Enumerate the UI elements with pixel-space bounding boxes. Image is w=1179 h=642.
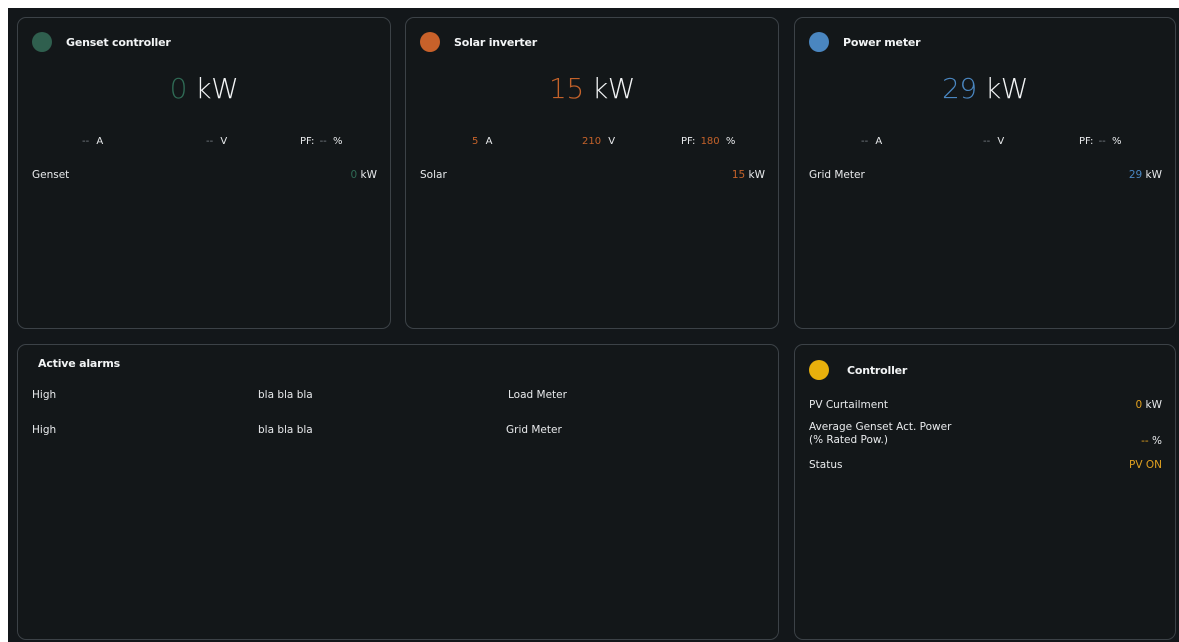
- alarm-severity: High: [32, 389, 57, 401]
- solar-voltage-value: 210: [582, 136, 602, 147]
- meter-pf: PF: -- %: [1079, 136, 1121, 147]
- meter-power-value: 29: [942, 72, 977, 105]
- status-value: PV ON: [1129, 459, 1162, 471]
- avg-genset-label-line1: Average Genset Act. Power: [809, 421, 952, 433]
- status-label: Status: [809, 459, 843, 471]
- genset-card-title: Genset controller: [66, 36, 171, 49]
- meter-current: -- A: [861, 136, 882, 147]
- genset-controller-card: Genset controller 0 kW -- A -- V PF: -- …: [17, 17, 391, 329]
- genset-power-readout: 0 kW: [18, 72, 390, 105]
- avg-genset-number: --: [1141, 435, 1149, 447]
- avg-genset-unit: %: [1152, 435, 1162, 447]
- genset-row-label: Genset: [32, 169, 70, 181]
- solar-power-readout: 15 kW: [406, 72, 778, 105]
- genset-voltage-value: --: [206, 136, 214, 147]
- genset-voltage-unit: V: [220, 136, 228, 147]
- power-meter-card: Power meter 29 kW -- A -- V PF: -- % Gri…: [794, 17, 1176, 329]
- alarms-card-title: Active alarms: [38, 357, 120, 370]
- pv-curtailment-unit: kW: [1145, 399, 1162, 411]
- genset-power-value: 0: [169, 72, 188, 105]
- controller-card: Controller PV Curtailment 0 kW Average G…: [794, 344, 1176, 640]
- genset-status-indicator: [32, 32, 52, 52]
- genset-voltage: -- V: [206, 136, 227, 147]
- solar-row-number: 15: [731, 169, 746, 181]
- meter-power-readout: 29 kW: [795, 72, 1175, 105]
- meter-voltage-value: --: [983, 136, 991, 147]
- genset-current: -- A: [82, 136, 103, 147]
- meter-voltage: -- V: [983, 136, 1004, 147]
- controller-status-indicator: [809, 360, 829, 380]
- solar-current: 5 A: [472, 136, 492, 147]
- solar-power-value: 15: [549, 72, 584, 105]
- avg-genset-label-line2: (% Rated Pow.): [809, 434, 888, 446]
- solar-voltage: 210 V: [582, 136, 615, 147]
- alarm-source: Grid Meter: [506, 424, 562, 436]
- meter-card-title: Power meter: [843, 36, 921, 49]
- alarm-severity: High: [32, 424, 57, 436]
- meter-pf-unit: %: [1111, 136, 1122, 147]
- controller-card-title: Controller: [847, 364, 908, 377]
- pv-curtailment-label: PV Curtailment: [809, 399, 889, 411]
- solar-row-unit: kW: [748, 169, 765, 181]
- solar-status-indicator: [420, 32, 440, 52]
- meter-pf-value: --: [1098, 136, 1106, 147]
- dashboard: Genset controller 0 kW -- A -- V PF: -- …: [8, 8, 1179, 642]
- solar-inverter-card: Solar inverter 15 kW 5 A 210 V PF: 180 %…: [405, 17, 779, 329]
- meter-current-value: --: [861, 136, 869, 147]
- meter-current-unit: A: [875, 136, 883, 147]
- avg-genset-label: Average Genset Act. Power (% Rated Pow.): [809, 421, 951, 447]
- alarm-row[interactable]: High bla bla bla Grid Meter: [18, 424, 778, 442]
- solar-pf: PF: 180 %: [681, 136, 735, 147]
- solar-current-unit: A: [485, 136, 493, 147]
- meter-status-indicator: [809, 32, 829, 52]
- genset-pf-label: PF:: [300, 136, 315, 147]
- solar-pf-value: 180: [700, 136, 720, 147]
- solar-pf-label: PF:: [681, 136, 696, 147]
- genset-current-value: --: [82, 136, 90, 147]
- genset-row-number: 0: [350, 169, 358, 181]
- alarm-message: bla bla bla: [258, 389, 313, 401]
- solar-pf-unit: %: [725, 136, 736, 147]
- solar-row-value: 15 kW: [732, 169, 765, 181]
- meter-row-value: 29 kW: [1129, 169, 1162, 181]
- solar-voltage-unit: V: [608, 136, 616, 147]
- solar-card-title: Solar inverter: [454, 36, 537, 49]
- alarm-row[interactable]: High bla bla bla Load Meter: [18, 389, 778, 407]
- avg-genset-value: -- %: [1141, 435, 1162, 447]
- solar-power-unit: kW: [592, 72, 635, 105]
- genset-pf-value: --: [319, 136, 327, 147]
- solar-current-value: 5: [472, 136, 479, 147]
- solar-row-label: Solar: [420, 169, 447, 181]
- active-alarms-card: Active alarms High bla bla bla Load Mete…: [17, 344, 779, 640]
- pv-curtailment-value: 0 kW: [1136, 399, 1163, 411]
- genset-pf: PF: -- %: [300, 136, 342, 147]
- meter-power-unit: kW: [985, 72, 1028, 105]
- genset-row-unit: kW: [360, 169, 377, 181]
- genset-power-unit: kW: [195, 72, 239, 105]
- meter-row-label: Grid Meter: [809, 169, 865, 181]
- meter-row-number: 29: [1128, 169, 1143, 181]
- alarm-source: Load Meter: [508, 389, 567, 401]
- genset-current-unit: A: [96, 136, 104, 147]
- meter-voltage-unit: V: [997, 136, 1005, 147]
- alarm-message: bla bla bla: [258, 424, 313, 436]
- genset-row-value: 0 kW: [351, 169, 378, 181]
- meter-row-unit: kW: [1145, 169, 1162, 181]
- pv-curtailment-number: 0: [1135, 399, 1143, 411]
- meter-pf-label: PF:: [1079, 136, 1094, 147]
- genset-pf-unit: %: [332, 136, 343, 147]
